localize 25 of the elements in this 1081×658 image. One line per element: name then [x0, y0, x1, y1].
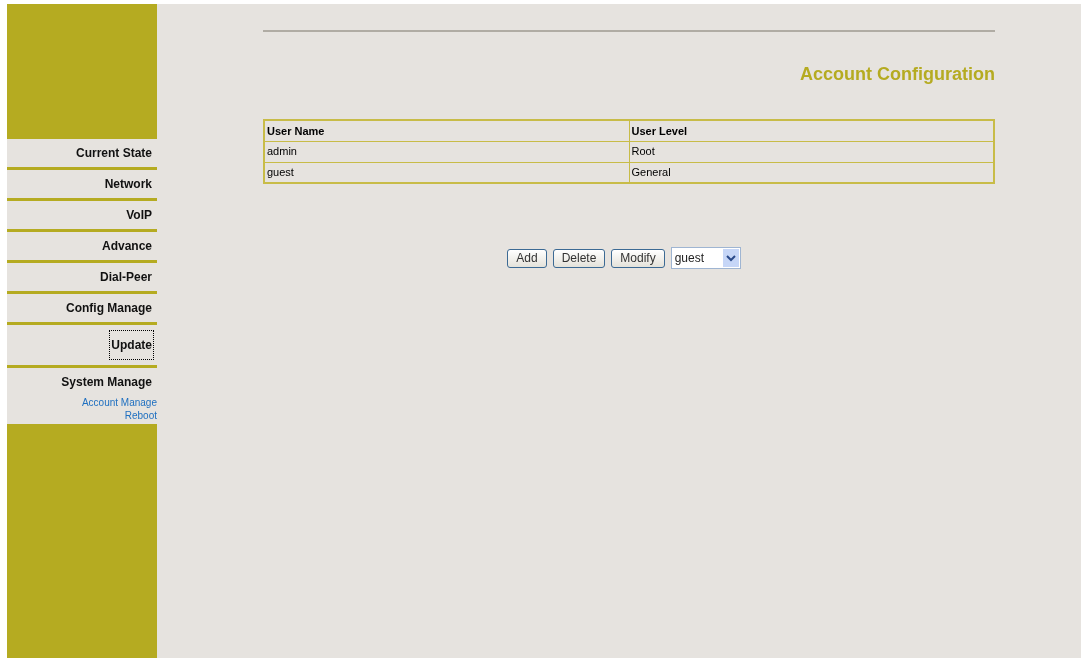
table-cell: guest: [264, 162, 629, 183]
menu-label: Advance: [100, 238, 153, 255]
sidebar-item[interactable]: Update: [7, 325, 157, 368]
menu-label: Dial-Peer: [98, 269, 153, 286]
sidebar-item[interactable]: VoIP: [7, 201, 157, 232]
menu-label: Config Manage: [65, 300, 153, 317]
sidebar-item[interactable]: Config Manage: [7, 294, 157, 325]
sidebar-item[interactable]: Current State: [7, 139, 157, 170]
sidebar-item[interactable]: Advance: [7, 232, 157, 263]
menu-label: Update: [110, 331, 153, 359]
sidebar-item[interactable]: Dial-Peer: [7, 263, 157, 294]
page-title: Account Configuration: [800, 63, 995, 86]
menu-label: Network: [103, 176, 153, 193]
submenu-link[interactable]: Account Manage: [81, 396, 157, 409]
action-button[interactable]: Add: [507, 248, 547, 268]
menu-label: VoIP: [125, 207, 153, 224]
column-header: User Name: [264, 120, 629, 141]
user-dropdown[interactable]: guest: [670, 247, 741, 269]
menu-label[interactable]: System Manage: [60, 368, 153, 396]
action-button[interactable]: Modify: [611, 248, 665, 268]
sidebar-item[interactable]: Network: [7, 170, 157, 201]
menu-label: Current State: [75, 145, 153, 162]
action-button[interactable]: Delete: [552, 248, 606, 268]
submenu-link[interactable]: Reboot: [124, 409, 157, 422]
table-cell: admin: [264, 141, 629, 162]
